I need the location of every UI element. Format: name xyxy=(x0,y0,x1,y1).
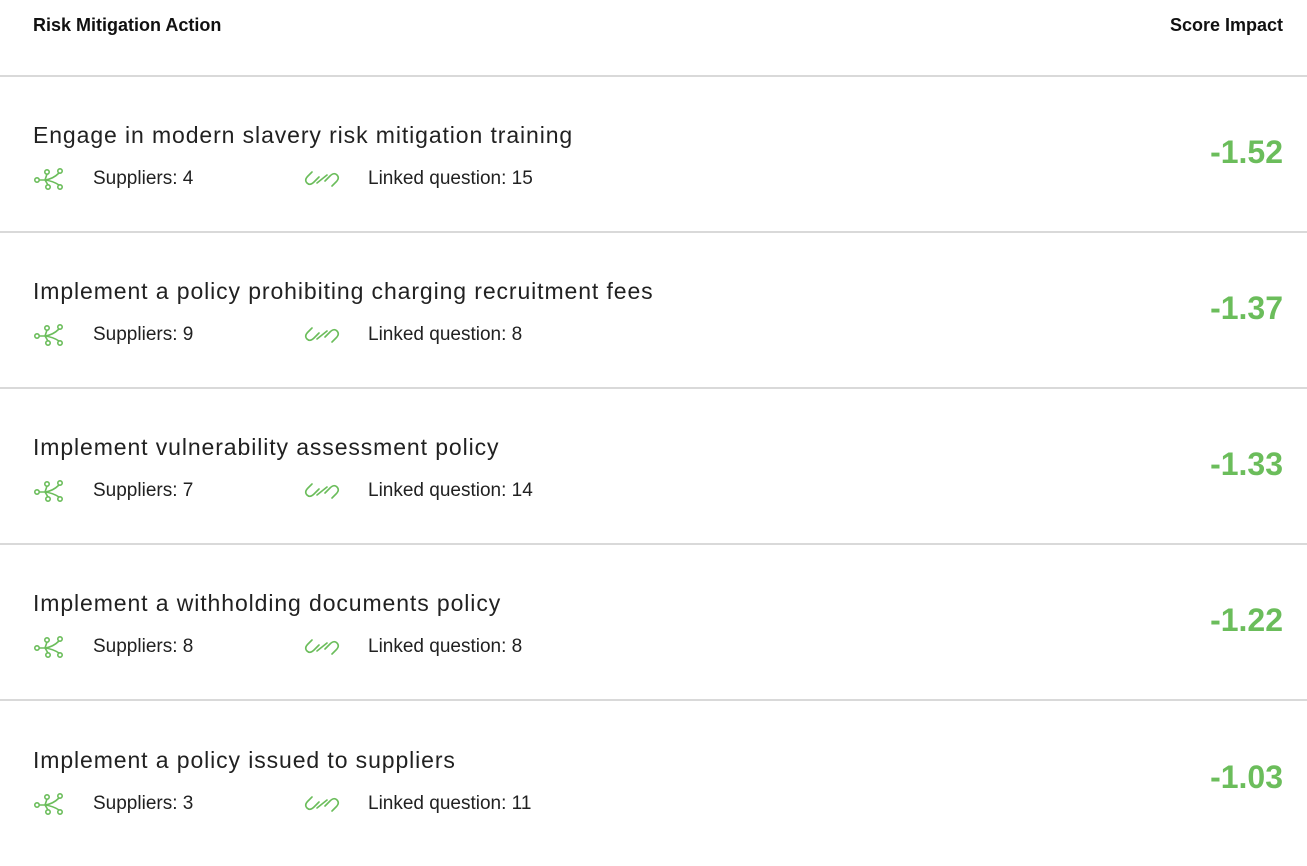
suppliers-count: Suppliers: 7 xyxy=(33,479,303,503)
action-title[interactable]: Implement vulnerability assessment polic… xyxy=(33,433,533,461)
action-title[interactable]: Implement a policy issued to suppliers xyxy=(33,746,531,774)
suppliers-count: Suppliers: 9 xyxy=(33,323,303,347)
action-title[interactable]: Implement a withholding documents policy xyxy=(33,589,522,617)
suppliers-text: Suppliers: 3 xyxy=(93,793,194,814)
score-impact-value: -1.03 xyxy=(1210,758,1283,795)
linked-question[interactable]: Linked question: 11 xyxy=(303,792,531,816)
action-title[interactable]: Implement a policy prohibiting charging … xyxy=(33,277,654,305)
suppliers-text: Suppliers: 9 xyxy=(93,324,194,345)
table-row[interactable]: Engage in modern slavery risk mitigation… xyxy=(0,77,1307,233)
row-meta: Suppliers: 7 Linked question: 14 xyxy=(33,479,533,503)
linked-question[interactable]: Linked question: 15 xyxy=(303,167,533,191)
risk-mitigation-table: Risk Mitigation Action Score Impact Enga… xyxy=(0,0,1307,857)
linked-question[interactable]: Linked question: 8 xyxy=(303,635,522,659)
suppliers-text: Suppliers: 7 xyxy=(93,480,194,501)
row-meta: Suppliers: 4 Linked question: 15 xyxy=(33,167,573,191)
network-nodes-icon xyxy=(33,323,67,347)
suppliers-count: Suppliers: 4 xyxy=(33,167,303,191)
suppliers-text: Suppliers: 4 xyxy=(93,168,194,189)
chain-link-icon xyxy=(303,167,341,191)
row-body: Implement a policy issued to suppliers S… xyxy=(33,742,531,816)
network-nodes-icon xyxy=(33,792,67,816)
action-title[interactable]: Engage in modern slavery risk mitigation… xyxy=(33,121,573,149)
suppliers-count: Suppliers: 3 xyxy=(33,792,303,816)
header-risk-mitigation-action: Risk Mitigation Action xyxy=(33,15,222,35)
chain-link-icon xyxy=(303,479,341,503)
network-nodes-icon xyxy=(33,167,67,191)
linked-question-text: Linked question: 8 xyxy=(368,324,523,345)
row-body: Engage in modern slavery risk mitigation… xyxy=(33,117,573,191)
chain-link-icon xyxy=(303,323,341,347)
network-nodes-icon xyxy=(33,479,67,503)
row-body: Implement a policy prohibiting charging … xyxy=(33,273,654,347)
table-row[interactable]: Implement a policy prohibiting charging … xyxy=(0,233,1307,389)
table-row[interactable]: Implement vulnerability assessment polic… xyxy=(0,389,1307,545)
suppliers-count: Suppliers: 8 xyxy=(33,635,303,659)
table-row[interactable]: Implement a withholding documents policy xyxy=(0,545,1307,701)
table-header: Risk Mitigation Action Score Impact xyxy=(0,0,1307,77)
score-impact-value: -1.22 xyxy=(1210,601,1283,638)
row-meta: Suppliers: 3 Linked question: 11 xyxy=(33,792,531,816)
score-impact-value: -1.52 xyxy=(1210,133,1283,170)
suppliers-text: Suppliers: 8 xyxy=(93,636,194,657)
linked-question[interactable]: Linked question: 8 xyxy=(303,323,522,347)
linked-question-text: Linked question: 11 xyxy=(368,793,532,814)
linked-question-text: Linked question: 8 xyxy=(368,636,523,657)
header-score-impact: Score Impact xyxy=(1169,15,1283,35)
chain-link-icon xyxy=(303,792,341,816)
linked-question-text: Linked question: 15 xyxy=(368,168,533,189)
row-meta: Suppliers: 8 Linked question: 8 xyxy=(33,635,522,659)
row-meta: Suppliers: 9 Linked question: 8 xyxy=(33,323,654,347)
score-impact-value: -1.37 xyxy=(1210,289,1283,326)
network-nodes-icon xyxy=(33,635,67,659)
row-body: Implement a withholding documents policy xyxy=(33,585,522,659)
chain-link-icon xyxy=(303,635,341,659)
linked-question-text: Linked question: 14 xyxy=(368,480,533,501)
score-impact-value: -1.33 xyxy=(1210,445,1283,482)
row-body: Implement vulnerability assessment polic… xyxy=(33,429,533,503)
table-row[interactable]: Implement a policy issued to suppliers S… xyxy=(0,701,1307,857)
linked-question[interactable]: Linked question: 14 xyxy=(303,479,533,503)
